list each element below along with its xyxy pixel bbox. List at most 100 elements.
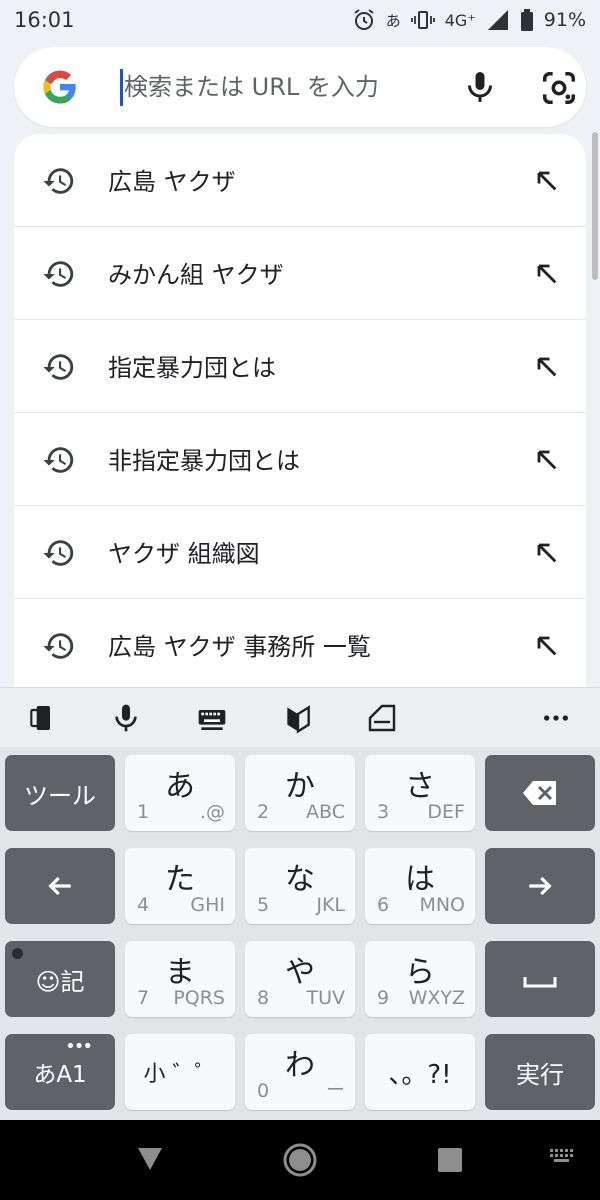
- suggestion-item[interactable]: 指定暴力団とは: [14, 320, 586, 413]
- key-sub-label: 8: [257, 987, 270, 1009]
- cursor-left-key[interactable]: [5, 848, 115, 924]
- key-label: ら: [405, 955, 435, 990]
- fill-query-arrow-icon[interactable]: [532, 445, 560, 473]
- one-hand-mode-icon[interactable]: [26, 702, 58, 734]
- history-icon: [42, 536, 76, 570]
- network-type: 4G⁺: [444, 10, 476, 30]
- mic-icon[interactable]: [462, 69, 498, 105]
- key-label: 実行: [516, 1060, 564, 1089]
- keyboard-toolbar: [0, 687, 600, 748]
- enter-key[interactable]: 実行: [485, 1034, 595, 1110]
- key-ha[interactable]: は 6 MNO: [365, 848, 475, 924]
- key-sub-label: 1: [137, 801, 150, 823]
- key-ra[interactable]: ら 9 WXYZ: [365, 941, 475, 1017]
- search-box[interactable]: [14, 47, 586, 127]
- back-triangle-icon[interactable]: [136, 1146, 164, 1176]
- key-label: か: [285, 769, 315, 804]
- fill-query-arrow-icon[interactable]: [532, 259, 560, 287]
- history-icon: [42, 629, 76, 663]
- key-sub-label: TUV: [306, 987, 345, 1009]
- clipboard-icon[interactable]: [366, 702, 398, 734]
- key-sub-label: ABC: [306, 801, 345, 823]
- battery-icon: [520, 9, 534, 31]
- key-sub-label: 4: [137, 894, 150, 916]
- key-label: ☺記: [35, 967, 85, 996]
- key-label: た: [165, 862, 195, 897]
- beginner-mark-icon[interactable]: [282, 702, 314, 734]
- vibrate-icon: [410, 8, 435, 32]
- key-na[interactable]: な 5 JKL: [245, 848, 355, 924]
- google-logo-icon: [42, 69, 78, 105]
- backspace-icon: [485, 755, 595, 831]
- key-sub-label: 6: [377, 894, 390, 916]
- suggestion-text: ヤクザ 組織図: [108, 540, 260, 568]
- backspace-key[interactable]: [485, 755, 595, 831]
- key-label: は: [405, 862, 435, 897]
- history-icon: [42, 257, 76, 291]
- fill-query-arrow-icon[interactable]: [532, 538, 560, 566]
- suggestion-text: 広島 ヤクザ 事務所 一覧: [108, 633, 371, 661]
- key-ya[interactable]: や 8 TUV: [245, 941, 355, 1017]
- suggestion-item[interactable]: 非指定暴力団とは: [14, 413, 586, 506]
- suggestion-list: 広島 ヤクザ みかん組 ヤクザ 指定暴力団とは 非指定暴力団とは ヤクザ 組織図…: [14, 134, 586, 694]
- key-sub-label: DEF: [427, 801, 465, 823]
- voice-input-icon[interactable]: [110, 702, 142, 734]
- ime-indicator: あ: [385, 11, 401, 30]
- home-circle-icon[interactable]: [282, 1142, 318, 1182]
- battery-percent: 91%: [543, 9, 586, 31]
- cursor-right-key[interactable]: [485, 848, 595, 924]
- key-label: 小 ゛゜: [143, 1062, 217, 1087]
- suggestion-item[interactable]: 広島 ヤクザ: [14, 134, 586, 227]
- key-sa[interactable]: さ 3 DEF: [365, 755, 475, 831]
- suggestion-item[interactable]: みかん組 ヤクザ: [14, 227, 586, 320]
- key-sub-label: JKL: [316, 894, 345, 916]
- key-label: ま: [165, 955, 195, 990]
- emoji-symbol-key[interactable]: ☺記: [5, 941, 115, 1017]
- key-sub-label: 5: [257, 894, 270, 916]
- key-ta[interactable]: た 4 GHI: [125, 848, 235, 924]
- key-ma[interactable]: ま 7 PQRS: [125, 941, 235, 1017]
- tool-key[interactable]: ツール: [5, 755, 115, 831]
- key-sub-label: MNO: [419, 894, 465, 916]
- scrollbar[interactable]: [592, 132, 598, 280]
- history-icon: [42, 443, 76, 477]
- suggestion-text: 指定暴力団とは: [108, 354, 276, 382]
- key-wa[interactable]: わ 0 ー: [245, 1034, 355, 1110]
- text-cursor: [120, 69, 123, 106]
- key-sub-label: 9: [377, 987, 390, 1009]
- suggestion-text: 非指定暴力団とは: [108, 447, 300, 475]
- recents-square-icon[interactable]: [437, 1147, 463, 1177]
- key-sub-label: 0: [257, 1080, 270, 1102]
- fill-query-arrow-icon[interactable]: [532, 631, 560, 659]
- key-sub-label: GHI: [190, 894, 225, 916]
- key-a[interactable]: あ 1 .@: [125, 755, 235, 831]
- key-sub-label: 3: [377, 801, 390, 823]
- history-icon: [42, 350, 76, 384]
- suggestion-text: みかん組 ヤクザ: [108, 261, 284, 289]
- key-ka[interactable]: か 2 ABC: [245, 755, 355, 831]
- fill-query-arrow-icon[interactable]: [532, 352, 560, 380]
- fill-query-arrow-icon[interactable]: [532, 166, 560, 194]
- flick-keyboard: ツール あ 1 .@ か 2 ABC さ 3 DEF た 4 GHI な 5 J…: [0, 747, 600, 1120]
- suggestion-item[interactable]: ヤクザ 組織図: [14, 506, 586, 599]
- space-key[interactable]: [485, 941, 595, 1017]
- key-label: さ: [405, 769, 435, 804]
- key-label: や: [285, 955, 315, 990]
- status-bar: 16:01 あ 4G⁺ 91%: [0, 0, 600, 42]
- keyboard-hide-icon[interactable]: [549, 1148, 577, 1176]
- more-icon[interactable]: [540, 702, 572, 734]
- input-mode-key[interactable]: ••• あA1: [5, 1034, 115, 1110]
- small-dakuten-key[interactable]: 小 ゛゜: [125, 1034, 235, 1110]
- key-sub-label: .@: [199, 801, 225, 823]
- arrow-left-icon: [5, 848, 115, 924]
- key-label: ツール: [24, 781, 96, 810]
- key-label: あ: [165, 769, 195, 804]
- status-icons: あ 4G⁺ 91%: [352, 8, 586, 32]
- search-input[interactable]: [124, 67, 434, 107]
- punctuation-key[interactable]: 、。?!: [365, 1034, 475, 1110]
- key-sub-label: 2: [257, 801, 270, 823]
- google-lens-icon[interactable]: [540, 69, 578, 107]
- navigation-bar: [0, 1120, 600, 1200]
- keyboard-switch-icon[interactable]: [196, 702, 228, 734]
- suggestion-item[interactable]: 広島 ヤクザ 事務所 一覧: [14, 599, 586, 692]
